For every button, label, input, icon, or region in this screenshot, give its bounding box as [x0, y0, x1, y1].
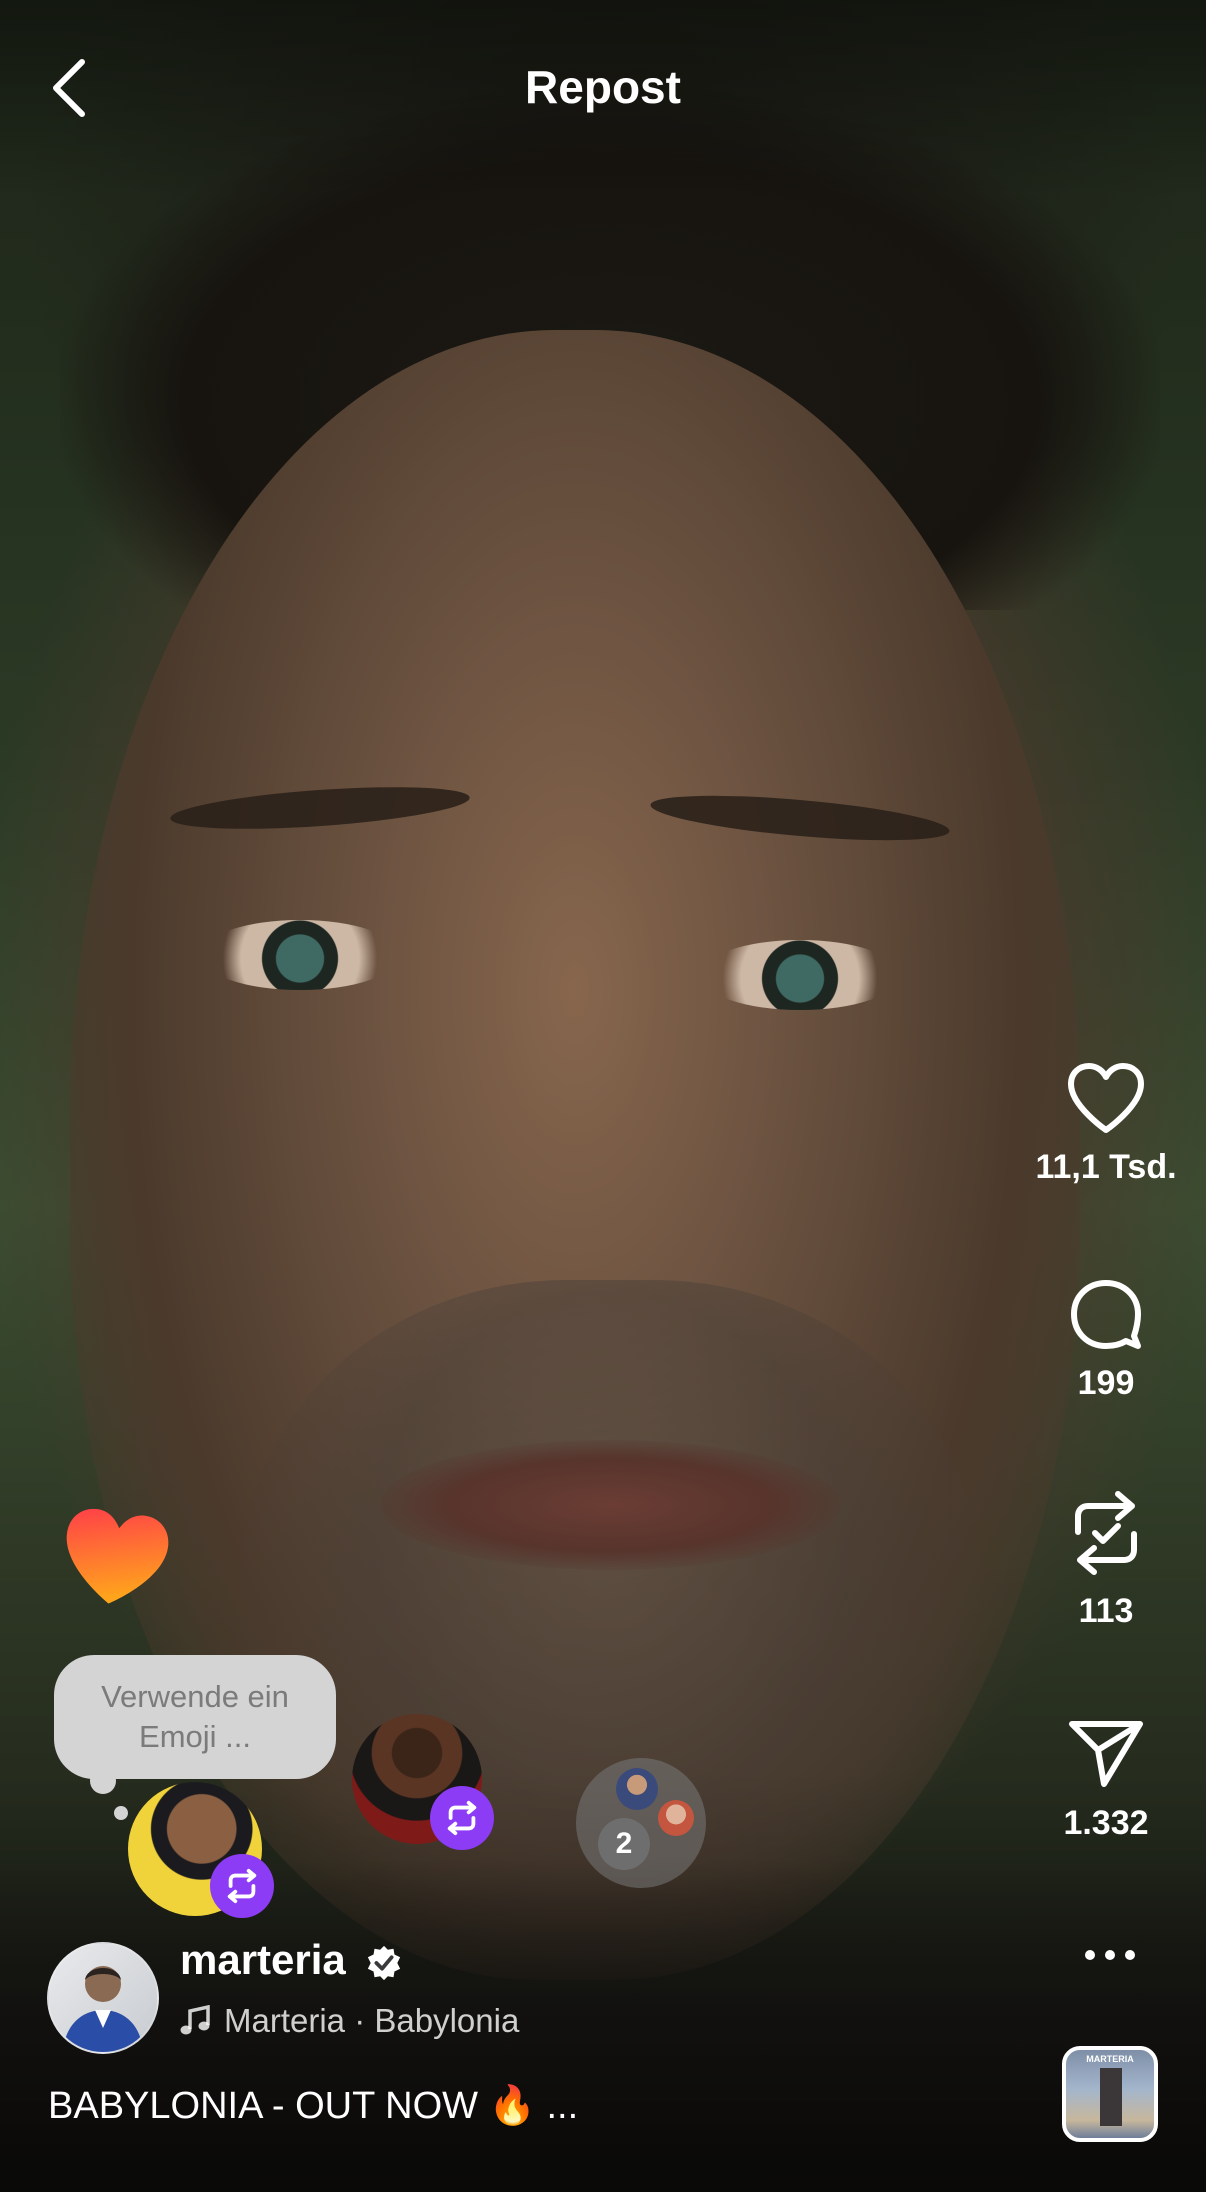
- repost-badge-2: [430, 1786, 494, 1850]
- user-avatar[interactable]: [47, 1942, 159, 2054]
- send-icon: [1069, 1721, 1143, 1787]
- repost-icon: [227, 1868, 257, 1904]
- comment-count: 199: [1077, 1364, 1135, 1402]
- emoji-prompt-bubble[interactable]: Verwende ein Emoji ...: [54, 1655, 336, 1779]
- music-label: Marteria · Babylonia: [224, 2002, 520, 2039]
- page-title: Repost: [525, 61, 681, 113]
- comment-button[interactable]: 199: [1006, 1278, 1206, 1403]
- emoji-prompt-text: Verwende ein Emoji ...: [101, 1679, 289, 1754]
- floating-heart-icon: [66, 1508, 169, 1604]
- group-avatar-small-2: [658, 1800, 694, 1836]
- share-button[interactable]: 1.332: [1006, 1718, 1206, 1843]
- repost-icon: [447, 1800, 477, 1836]
- reposter-group-count: 2: [598, 1818, 650, 1870]
- repost-icon: [1075, 1491, 1137, 1575]
- album-label: MARTERIA: [1086, 2054, 1134, 2064]
- repost-count: 113: [1078, 1592, 1134, 1630]
- music-info[interactable]: Marteria · Babylonia: [180, 2002, 519, 2040]
- music-note-icon: [180, 2005, 210, 2035]
- verified-badge-icon: [367, 1945, 401, 1981]
- comment-icon: [1071, 1280, 1141, 1349]
- more-options-icon[interactable]: [1080, 1940, 1140, 1970]
- repost-badge-1: [210, 1854, 274, 1918]
- heart-icon: [1068, 1063, 1144, 1133]
- post-caption[interactable]: BABYLONIA - OUT NOW 🔥 ...: [48, 2084, 578, 2128]
- album-art[interactable]: MARTERIA: [1062, 2046, 1158, 2142]
- username[interactable]: marteria: [180, 1936, 346, 1984]
- repost-button[interactable]: 113: [1006, 1488, 1206, 1631]
- share-count: 1.332: [1063, 1804, 1149, 1842]
- group-avatar-small-1: [616, 1768, 658, 1810]
- like-button[interactable]: 11,1 Tsd.: [1006, 1062, 1206, 1187]
- like-count: 11,1 Tsd.: [1035, 1148, 1177, 1186]
